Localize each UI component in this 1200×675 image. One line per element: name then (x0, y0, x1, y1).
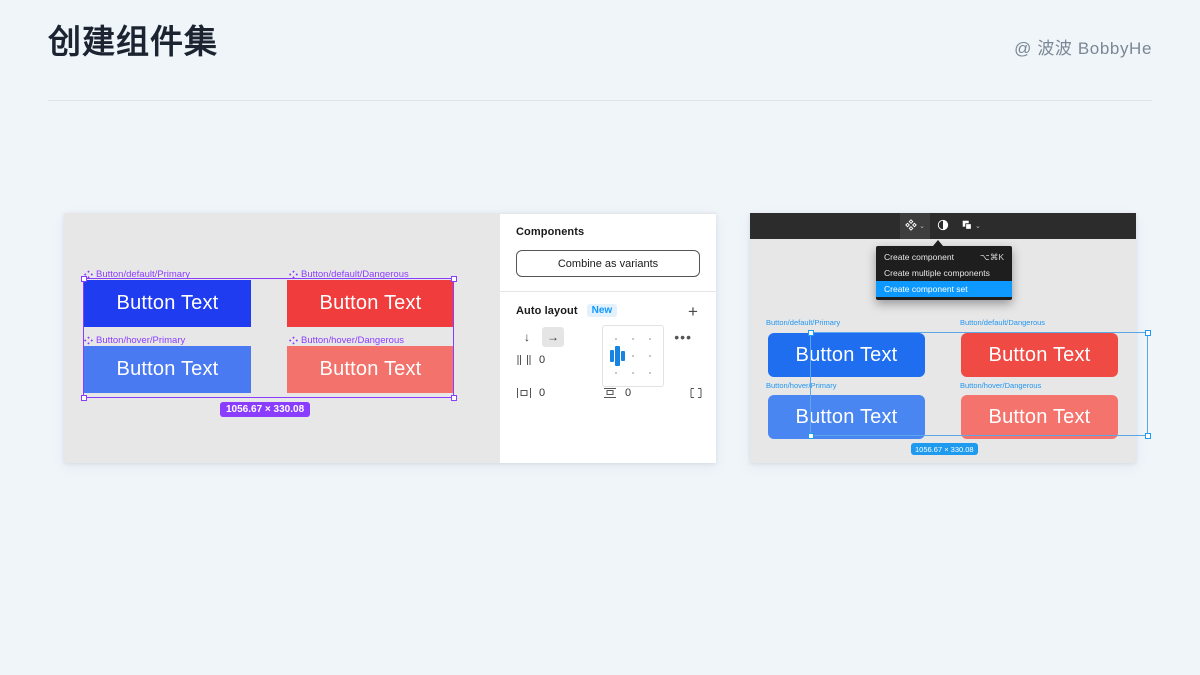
vertical-padding-field[interactable]: 0 (602, 386, 631, 400)
autolayout-direction-group: ↓ → (516, 327, 564, 347)
menu-item-create-component[interactable]: Create component ⌥⌘K (876, 249, 1012, 265)
new-badge: New (586, 304, 618, 317)
autolayout-more-options-button[interactable]: ••• (674, 329, 692, 345)
create-component-tool[interactable]: ⌄ (900, 213, 930, 239)
selection-frame-left[interactable] (80, 275, 457, 401)
resize-handle-top-right[interactable] (450, 275, 457, 282)
component-icon (905, 218, 917, 234)
boolean-icon (961, 219, 973, 234)
align-dot (632, 355, 634, 357)
align-dot (632, 372, 634, 374)
horizontal-padding-value: 0 (539, 387, 546, 399)
selection-size-badge-right: 1056.67 × 330.08 (911, 443, 978, 455)
autolayout-section-title: Auto layout (516, 304, 578, 317)
chevron-down-icon: ⌄ (975, 223, 981, 230)
horizontal-padding-field[interactable]: 0 (516, 386, 545, 400)
direction-vertical-button[interactable]: ↓ (516, 327, 538, 347)
arrow-right-icon: → (547, 330, 559, 344)
plus-icon: + (688, 301, 698, 321)
clip-content-icon (688, 386, 704, 400)
combine-as-variants-button[interactable]: Combine as variants (516, 250, 700, 277)
combine-as-variants-label: Combine as variants (557, 257, 659, 270)
figma-toolbar: ⌄ ⌄ (750, 213, 1136, 239)
direction-horizontal-button[interactable]: → (542, 327, 564, 347)
component-label-text: Button/default/Dangerous (960, 318, 1046, 327)
context-menu-caret (933, 240, 943, 246)
align-bar (621, 351, 625, 361)
add-autolayout-button[interactable]: + (684, 302, 702, 320)
component-label-default-dangerous: Button/default/Dangerous (960, 318, 1045, 327)
align-dot (649, 338, 651, 340)
autolayout-controls: ↓ → 0 0 0 ••• (516, 325, 702, 400)
align-dot (615, 338, 617, 340)
clip-content-button[interactable] (688, 386, 704, 400)
boolean-groups-tool[interactable]: ⌄ (956, 213, 986, 239)
resize-handle-top-right[interactable] (1144, 329, 1151, 336)
chevron-down-icon: ⌄ (919, 223, 925, 230)
menu-item-shortcut: ⌥⌘K (980, 251, 1004, 262)
component-context-menu: Create component ⌥⌘K Create multiple com… (876, 246, 1012, 300)
resize-handle-bottom-right[interactable] (1144, 432, 1151, 439)
page-title: 创建组件集 (48, 23, 218, 60)
resize-handle-top-left[interactable] (807, 329, 814, 336)
autolayout-section: Auto layout New + ↓ → 0 0 0 ••• (500, 292, 716, 413)
align-dot (632, 338, 634, 340)
gap-between-items-icon (516, 353, 532, 367)
arrow-down-icon: ↓ (524, 330, 530, 344)
horizontal-padding-icon (516, 386, 532, 400)
selection-frame-right[interactable] (807, 329, 1151, 439)
resize-handle-bottom-left[interactable] (807, 432, 814, 439)
mask-icon (937, 219, 949, 234)
align-dot (649, 355, 651, 357)
gap-value: 0 (539, 354, 546, 366)
use-as-mask-tool[interactable] (932, 213, 954, 239)
menu-item-label: Create multiple components (884, 268, 990, 278)
selection-size-badge-left: 1056.67 × 330.08 (220, 402, 311, 417)
resize-handle-top-left[interactable] (80, 275, 87, 282)
gap-field[interactable]: 0 (516, 353, 545, 367)
menu-item-create-component-set[interactable]: Create component set (876, 281, 1012, 297)
components-section-title: Components (516, 226, 585, 238)
autolayout-header: Auto layout New (516, 304, 700, 317)
align-dot (615, 372, 617, 374)
menu-item-label: Create component (884, 252, 954, 262)
menu-item-create-multiple-components[interactable]: Create multiple components (876, 265, 1012, 281)
resize-handle-bottom-left[interactable] (80, 394, 87, 401)
vertical-padding-icon (602, 386, 618, 400)
components-section: Components Combine as variants (500, 214, 716, 291)
alignment-grid[interactable] (602, 325, 664, 387)
slide-header: 创建组件集 @ 波波 BobbyHe (48, 22, 1152, 100)
align-bar (615, 346, 620, 366)
header-divider (48, 100, 1152, 101)
vertical-padding-value: 0 (625, 387, 632, 399)
author-attribution: @ 波波 BobbyHe (1014, 39, 1152, 58)
align-dot (649, 372, 651, 374)
more-icon: ••• (674, 329, 692, 345)
slide-root: 创建组件集 @ 波波 BobbyHe Button/default/Primar… (0, 0, 1200, 675)
figma-right-panel: Components Combine as variants Auto layo… (500, 213, 716, 463)
component-label-default-primary: Button/default/Primary (766, 318, 840, 327)
component-label-text: Button/default/Primary (766, 318, 841, 327)
align-bar (610, 350, 614, 362)
menu-item-label: Create component set (884, 284, 968, 294)
resize-handle-bottom-right[interactable] (450, 394, 457, 401)
